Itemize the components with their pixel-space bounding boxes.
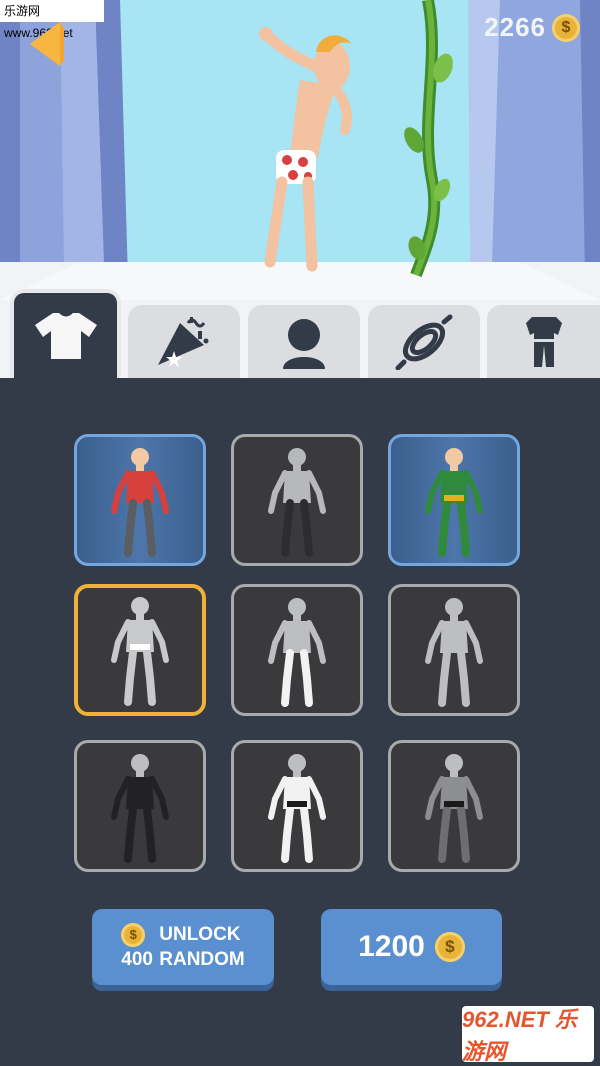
dollar-coin-icon: $ bbox=[552, 13, 580, 42]
rope-coil-icon bbox=[395, 314, 453, 370]
outfit-figure bbox=[425, 448, 483, 557]
outfit-figure bbox=[111, 597, 169, 706]
player-character bbox=[259, 27, 352, 272]
back-arrow-icon bbox=[30, 22, 64, 66]
tab-emote[interactable] bbox=[128, 305, 240, 378]
tab-rope[interactable] bbox=[368, 305, 480, 378]
buy-price: 1200 bbox=[358, 930, 425, 963]
outfit-figure bbox=[111, 754, 169, 863]
outfit-figure bbox=[425, 754, 483, 863]
tab-head[interactable] bbox=[248, 305, 360, 378]
back-button[interactable] bbox=[26, 20, 70, 68]
dollar-coin-icon: $ bbox=[434, 932, 465, 962]
category-tabs bbox=[0, 283, 600, 378]
outfit-card[interactable] bbox=[388, 584, 520, 716]
outfit-card[interactable] bbox=[74, 740, 206, 872]
outfit-figure bbox=[268, 448, 326, 557]
unlock-cost: 400 bbox=[121, 949, 153, 970]
unlock-random-button[interactable]: $ UNLOCK 400 RANDOM bbox=[92, 909, 274, 985]
outfit-figure bbox=[268, 598, 326, 707]
tshirt-icon bbox=[34, 312, 97, 359]
coin-amount: 2266 bbox=[484, 12, 546, 42]
outfit-card[interactable] bbox=[231, 740, 363, 872]
random-label: RANDOM bbox=[159, 949, 245, 970]
watermark-top: 乐游网 www.962.net bbox=[0, 0, 104, 40]
outfit-figure bbox=[111, 448, 169, 557]
outfit-card[interactable] bbox=[74, 434, 206, 566]
buy-outfit-button[interactable]: 1200 $ bbox=[321, 909, 502, 985]
watermark-logo: 962.NET 乐游网 bbox=[462, 1006, 594, 1064]
outfit-card[interactable] bbox=[231, 434, 363, 566]
dollar-coin-icon: $ bbox=[121, 922, 146, 947]
outfit-card[interactable] bbox=[388, 740, 520, 872]
tab-shirt[interactable] bbox=[10, 289, 121, 378]
suit-icon bbox=[525, 316, 562, 367]
outfit-card[interactable] bbox=[74, 584, 206, 716]
outfit-figure bbox=[425, 598, 483, 707]
unlock-label: UNLOCK bbox=[159, 924, 241, 945]
person-head-icon bbox=[283, 318, 325, 369]
party-popper-icon bbox=[158, 316, 209, 367]
outfit-figure bbox=[268, 754, 326, 863]
coin-balance: 2266 $ bbox=[484, 12, 580, 43]
outfit-card[interactable] bbox=[231, 584, 363, 716]
tab-suit[interactable] bbox=[487, 305, 600, 378]
outfit-card[interactable] bbox=[388, 434, 520, 566]
